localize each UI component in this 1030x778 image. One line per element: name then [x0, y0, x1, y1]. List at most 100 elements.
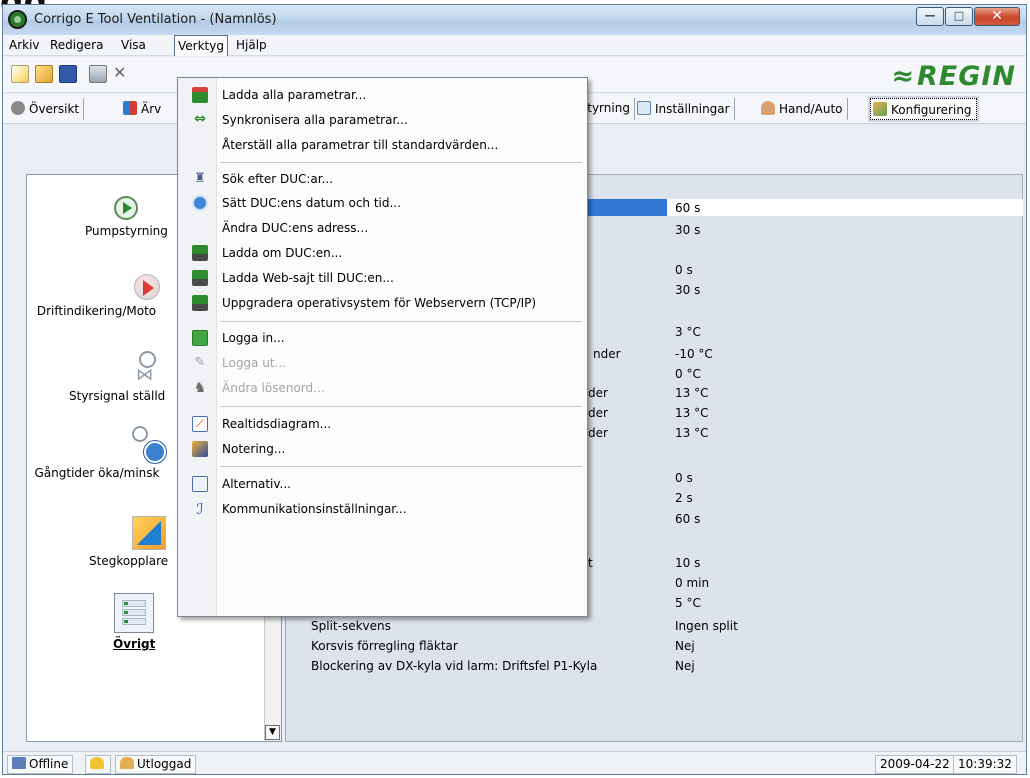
setting-value[interactable]: 60 s	[675, 512, 700, 526]
setting-value[interactable]: Ingen split	[675, 619, 738, 633]
delete-icon[interactable]: ✕	[113, 65, 126, 83]
status-date: 2009-04-22	[875, 755, 955, 774]
setting-value[interactable]: 0 min	[675, 576, 709, 590]
setting-value[interactable]: 60 s	[675, 201, 700, 215]
binoculars-icon: ♜	[194, 171, 206, 186]
group-label: Pumpstyrning	[85, 224, 168, 238]
group-driftindikering[interactable]: Driftindikering/Moto	[33, 274, 160, 318]
corrigo-app-icon	[8, 10, 27, 29]
menu-item-label: Sätt DUC:ens datum och tid...	[222, 196, 401, 210]
login-icon	[192, 330, 208, 346]
group-ovrigt[interactable]: Övrigt	[113, 593, 155, 651]
new-file-icon[interactable]	[11, 65, 29, 83]
setting-value[interactable]: 13 °C	[675, 386, 708, 400]
note-icon	[192, 441, 208, 457]
menu-item-aterstall[interactable]: Återställ alla parametrar till standardv…	[178, 134, 587, 156]
tab-oversikt[interactable]: Översikt	[9, 98, 85, 120]
group-label: Styrsignal ställd	[69, 389, 166, 403]
setting-value[interactable]: 30 s	[675, 223, 700, 237]
menu-separator	[220, 466, 582, 467]
menu-item-andra-losenord[interactable]: ♞ Ändra lösenord...	[178, 377, 587, 399]
bell-icon	[90, 757, 104, 769]
other-settings-icon	[114, 593, 155, 633]
maximize-icon[interactable]: □	[945, 7, 973, 26]
tab-installningar[interactable]: Inställningar	[635, 98, 735, 120]
status-time: 10:39:32	[953, 755, 1017, 774]
setting-label: nder	[593, 347, 621, 361]
group-pumpstyrning[interactable]: Pumpstyrning	[85, 196, 168, 238]
group-styrsignal[interactable]: Styrsignal ställd	[69, 351, 165, 403]
title-bar: Corrigo E Tool Ventilation - (Namnlös) —…	[3, 5, 1026, 35]
window-controls: — □ ✕	[915, 7, 1020, 26]
other-row-icon	[122, 618, 147, 625]
setting-value[interactable]: 13 °C	[675, 426, 708, 440]
close-icon[interactable]: ✕	[974, 7, 1020, 26]
menu-verktyg[interactable]: Verktyg	[174, 35, 228, 56]
print-icon[interactable]	[89, 65, 107, 83]
menu-item-sok-duc[interactable]: ♜ Sök efter DUC:ar...	[178, 168, 587, 190]
menu-redigera[interactable]: Redigera	[50, 38, 103, 52]
menu-item-kommunikation[interactable]: ℐ Kommunikationsinställningar...	[178, 498, 587, 520]
upload-web-icon	[192, 270, 208, 286]
download-params-icon	[192, 87, 208, 103]
sync-icon: ⇔	[194, 111, 206, 127]
menu-item-ladda-web[interactable]: Ladda Web-sajt till DUC:en...	[178, 267, 587, 289]
configure-icon	[873, 102, 887, 116]
menu-visa[interactable]: Visa	[121, 38, 146, 52]
setting-value[interactable]: 0 °C	[675, 367, 701, 381]
setting-label: der	[588, 386, 608, 400]
save-icon[interactable]	[59, 65, 77, 83]
group-stegkopplare[interactable]: Stegkopplare	[89, 516, 168, 568]
group-label: Driftindikering/Moto	[36, 304, 157, 318]
setting-value[interactable]: 5 °C	[675, 596, 701, 610]
menu-item-ladda-alla[interactable]: Ladda alla parametrar...	[178, 84, 587, 106]
menu-item-label: Synkronisera alla parametrar...	[222, 113, 408, 127]
setting-value[interactable]: 30 s	[675, 283, 700, 297]
setting-value[interactable]: -10 °C	[675, 347, 713, 361]
open-folder-icon[interactable]	[35, 65, 53, 83]
menu-item-label: Notering...	[222, 442, 286, 456]
setting-value[interactable]: 3 °C	[675, 325, 701, 339]
logout-icon: ✎	[194, 355, 206, 370]
menu-separator	[220, 162, 582, 163]
regin-logo: ≈REGIN	[891, 61, 1016, 92]
menu-item-label: Logga in...	[222, 331, 285, 345]
scroll-down-icon[interactable]: ▼	[265, 725, 280, 740]
alarm-status[interactable]	[85, 755, 111, 774]
tab-hand-auto[interactable]: Hand/Auto	[759, 98, 848, 120]
tab-konfigurering[interactable]: Konfigurering	[870, 98, 977, 120]
menu-item-notering[interactable]: Notering...	[178, 438, 587, 460]
minimize-icon[interactable]: —	[916, 7, 944, 26]
settings-check-icon	[637, 101, 651, 115]
menu-item-label: Kommunikationsinställningar...	[222, 502, 407, 516]
menu-item-realtidsdiagram[interactable]: ⟋ Realtidsdiagram...	[178, 413, 587, 435]
setting-value[interactable]: Nej	[675, 659, 695, 673]
menu-item-uppgradera[interactable]: Uppgradera operativsystem för Webservern…	[178, 292, 587, 314]
menu-item-label: Alternativ...	[222, 477, 291, 491]
setting-value[interactable]: 13 °C	[675, 406, 708, 420]
verktyg-dropdown-menu: Ladda alla parametrar... ⇔ Synkronisera …	[177, 77, 588, 617]
other-row-icon	[122, 600, 147, 607]
setting-value[interactable]: Nej	[675, 639, 695, 653]
group-gangtider[interactable]: Gångtider öka/minsk	[29, 426, 166, 480]
realtime-chart-icon: ⟋	[192, 416, 208, 432]
setting-value[interactable]: 0 s	[675, 263, 693, 277]
status-bar: Offline Utloggad 2009-04-22 10:39:32	[3, 751, 1026, 774]
menu-item-ladda-om[interactable]: Ladda om DUC:en...	[178, 242, 587, 264]
menu-item-alternativ[interactable]: Alternativ...	[178, 473, 587, 495]
menu-bar: Arkiv Redigera Visa Verktyg Hjälp	[3, 35, 1026, 56]
setting-label: der	[588, 406, 608, 420]
setting-value[interactable]: 10 s	[675, 556, 700, 570]
menu-item-datum-tid[interactable]: Sätt DUC:ens datum och tid...	[178, 192, 587, 214]
menu-hjalp[interactable]: Hjälp	[236, 38, 267, 52]
menu-item-andra-adress[interactable]: Ändra DUC:ens adress...	[178, 217, 587, 239]
setting-value[interactable]: 2 s	[675, 491, 693, 505]
setting-value[interactable]: 0 s	[675, 471, 693, 485]
menu-item-synkronisera[interactable]: ⇔ Synkronisera alla parametrar...	[178, 109, 587, 131]
menu-item-logga-in[interactable]: Logga in...	[178, 327, 587, 349]
menu-arkiv[interactable]: Arkiv	[9, 38, 40, 52]
tab-arv[interactable]: Ärv	[121, 98, 165, 120]
menu-item-logga-ut[interactable]: ✎ Logga ut...	[178, 352, 587, 374]
selected-row-value-cell[interactable]	[667, 199, 1023, 216]
group-label: Gångtider öka/minsk	[34, 466, 160, 480]
